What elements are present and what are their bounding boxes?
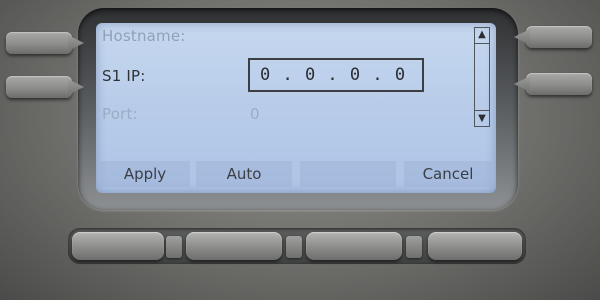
port-value: 0 bbox=[250, 105, 260, 123]
s1-ip-label: S1 IP: bbox=[102, 67, 146, 85]
softkey-button-3[interactable] bbox=[306, 232, 402, 260]
softkey-bar: Apply Auto Cancel bbox=[96, 161, 496, 187]
s1-ip-input[interactable]: 0 . 0 . 0 . 0 bbox=[248, 58, 424, 92]
softkey-button-2[interactable] bbox=[186, 232, 282, 260]
scroll-divider bbox=[475, 43, 489, 44]
scroll-up-icon[interactable]: ▲ bbox=[475, 28, 489, 42]
softkey-auto[interactable]: Auto bbox=[196, 161, 292, 187]
left-line-button-1[interactable] bbox=[6, 32, 84, 54]
button-separator bbox=[406, 236, 422, 258]
softkey-button-1[interactable] bbox=[72, 232, 164, 260]
scrollbar[interactable]: ▲ ▼ bbox=[474, 27, 490, 127]
right-line-button-2[interactable] bbox=[514, 73, 592, 95]
softkey-button-4[interactable] bbox=[428, 232, 522, 260]
scroll-divider bbox=[475, 110, 489, 111]
phone-display: Hostname: S1 IP: 0 . 0 . 0 . 0 Port: 0 ▲… bbox=[96, 23, 496, 193]
softkey-empty[interactable] bbox=[300, 161, 396, 187]
softkey-apply[interactable]: Apply bbox=[100, 161, 190, 187]
hostname-label: Hostname: bbox=[102, 27, 186, 45]
button-separator bbox=[166, 236, 182, 258]
left-line-button-2[interactable] bbox=[6, 76, 84, 98]
scroll-down-icon[interactable]: ▼ bbox=[475, 112, 489, 126]
button-separator bbox=[286, 236, 302, 258]
softkey-cancel[interactable]: Cancel bbox=[404, 161, 492, 187]
right-line-button-1[interactable] bbox=[514, 26, 592, 48]
port-label: Port: bbox=[102, 105, 138, 123]
